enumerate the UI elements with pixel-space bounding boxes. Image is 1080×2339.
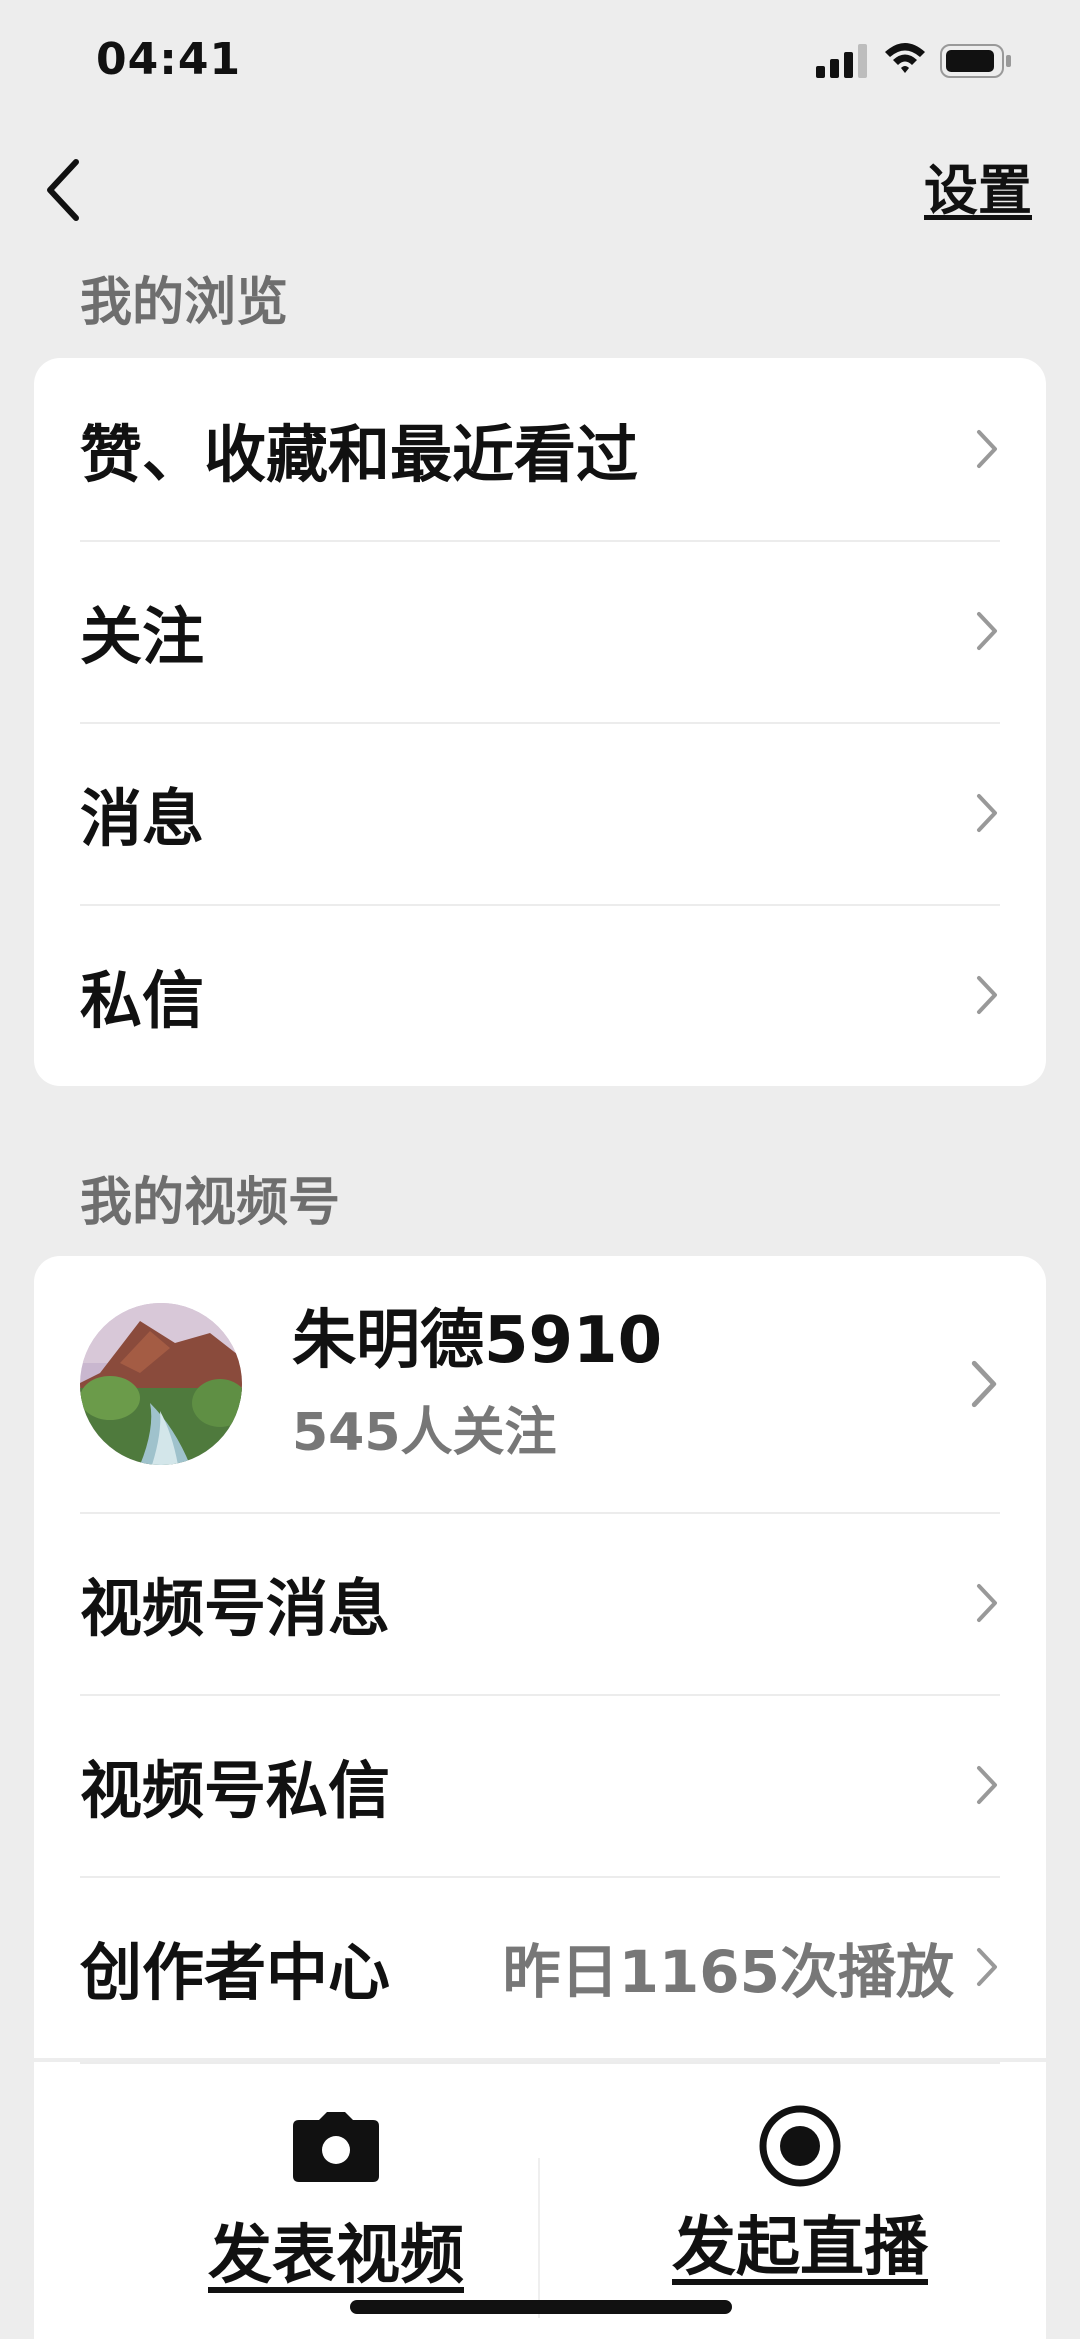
- chevron-right-icon: [977, 1948, 997, 1986]
- start-live-label: 发起直播: [672, 2211, 928, 2285]
- follower-count: 545人关注: [292, 1402, 557, 1463]
- cellular-signal-icon: [816, 44, 867, 78]
- publish-video-label: 发表视频: [208, 2219, 464, 2293]
- section-title-my-browsing: 我的浏览: [80, 273, 289, 333]
- list-item-label: 视频号私信: [80, 1754, 391, 1827]
- chevron-right-icon: [971, 1360, 997, 1408]
- chevron-right-icon: [977, 1766, 997, 1804]
- list-item-label: 私信: [80, 964, 205, 1037]
- list-item-following[interactable]: 关注: [34, 540, 1046, 722]
- chevron-right-icon: [977, 612, 997, 650]
- chevron-right-icon: [977, 1584, 997, 1622]
- list-item-creator-center[interactable]: 创作者中心 昨日1165次播放: [34, 1876, 1046, 2058]
- channel-name: 朱明德5910: [292, 1304, 663, 1379]
- publish-video-button[interactable]: 发表视频: [126, 2112, 546, 2296]
- action-divider: [538, 2158, 540, 2318]
- section-title-my-channels: 我的视频号: [80, 1173, 341, 1233]
- wifi-icon: [885, 43, 925, 73]
- camera-icon: [293, 2112, 379, 2182]
- battery-icon: [940, 44, 1011, 78]
- navigation-bar: 设置: [0, 140, 1080, 250]
- list-item-channel-private-messages[interactable]: 视频号私信: [34, 1694, 1046, 1876]
- chevron-right-icon: [977, 976, 997, 1014]
- status-time: 04:41: [96, 34, 242, 85]
- bottom-action-bar: 发表视频 发起直播: [34, 2062, 1046, 2339]
- chevron-right-icon: [977, 430, 997, 468]
- status-bar: 04:41: [0, 0, 1080, 120]
- list-item-likes-favorites-history[interactable]: 赞、收藏和最近看过: [34, 358, 1046, 540]
- start-live-button[interactable]: 发起直播: [590, 2105, 1010, 2288]
- settings-link[interactable]: 设置: [924, 146, 1032, 225]
- channels-card: 朱明德5910 545人关注 视频号消息 视频号私信 创作者中心 昨日1165次…: [34, 1256, 1046, 2058]
- live-record-icon: [759, 2105, 841, 2187]
- list-item-channel-messages[interactable]: 视频号消息: [34, 1512, 1046, 1694]
- list-item-private-messages[interactable]: 私信: [34, 904, 1046, 1086]
- avatar: [80, 1303, 242, 1465]
- list-item-label: 赞、收藏和最近看过: [80, 418, 639, 491]
- browse-card: 赞、收藏和最近看过 关注 消息 私信: [34, 358, 1046, 1086]
- list-item-messages[interactable]: 消息: [34, 722, 1046, 904]
- back-arrow-icon[interactable]: [40, 150, 90, 230]
- creator-center-plays: 昨日1165次播放: [502, 1938, 954, 2006]
- profile-text: 朱明德5910 545人关注: [292, 1303, 968, 1465]
- list-item-label: 关注: [80, 600, 205, 673]
- channel-profile-row[interactable]: 朱明德5910 545人关注: [34, 1256, 1046, 1512]
- home-indicator[interactable]: [350, 2300, 732, 2314]
- list-item-label: 创作者中心: [80, 1936, 391, 2009]
- landscape-avatar-image: [80, 1303, 242, 1465]
- chevron-right-icon: [977, 794, 997, 832]
- list-item-label: 消息: [80, 782, 205, 855]
- list-item-label: 视频号消息: [80, 1572, 391, 1645]
